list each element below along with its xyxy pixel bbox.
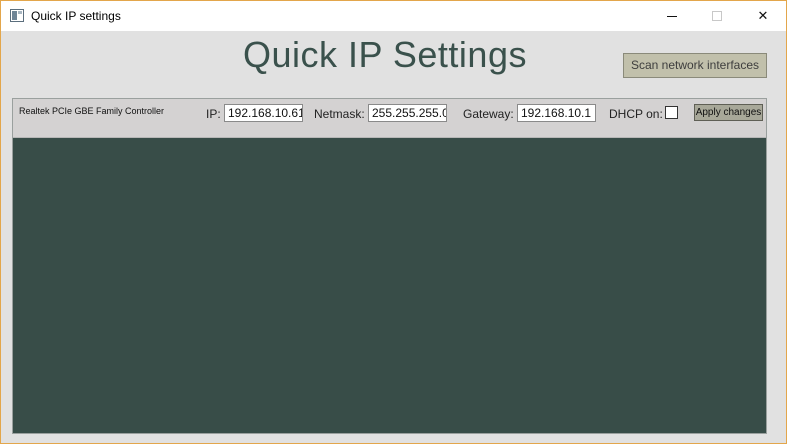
scan-network-interfaces-button[interactable]: Scan network interfaces — [623, 53, 767, 78]
dhcp-checkbox[interactable] — [665, 106, 678, 119]
window-title: Quick IP settings — [31, 9, 121, 23]
close-icon: ✕ — [757, 8, 769, 23]
dhcp-label: DHCP on: — [609, 107, 663, 121]
maximize-icon — [712, 11, 722, 21]
app-window: Quick IP settings ✕ Quick IP Settings Sc… — [0, 0, 787, 444]
interface-row: Realtek PCIe GBE Family Controller IP: 1… — [13, 99, 766, 138]
netmask-input[interactable]: 255.255.255.0 — [368, 104, 447, 122]
window-app-icon — [10, 9, 24, 22]
title-bar[interactable]: Quick IP settings ✕ — [1, 1, 786, 31]
ip-input[interactable]: 192.168.10.61 — [224, 104, 303, 122]
gateway-input[interactable]: 192.168.10.1 — [517, 104, 596, 122]
maximize-button[interactable] — [694, 1, 740, 31]
minimize-button[interactable] — [648, 1, 694, 31]
interface-name: Realtek PCIe GBE Family Controller — [19, 106, 165, 116]
gateway-label: Gateway: — [463, 107, 514, 121]
apply-changes-button[interactable]: Apply changes — [694, 104, 763, 121]
interfaces-panel: Realtek PCIe GBE Family Controller IP: 1… — [12, 98, 767, 434]
minimize-icon — [667, 16, 677, 17]
close-button[interactable]: ✕ — [740, 1, 786, 31]
ip-label: IP: — [206, 107, 221, 121]
page-title: Quick IP Settings — [243, 34, 527, 75]
netmask-label: Netmask: — [314, 107, 365, 121]
